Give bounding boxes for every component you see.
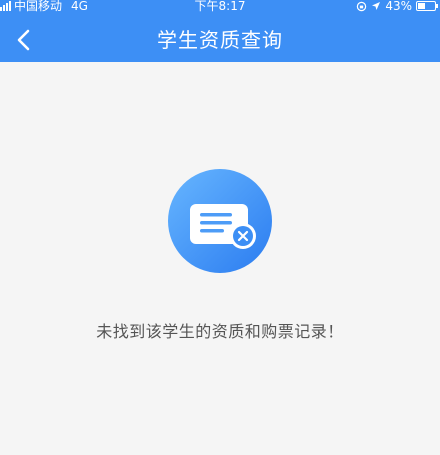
battery-icon [416,1,438,11]
empty-state: 未找到该学生的资质和购票记录！ [0,168,440,342]
empty-message: 未找到该学生的资质和购票记录！ [96,322,344,341]
message-cancel-icon [168,169,272,273]
location-icon [372,2,381,10]
page-title: 学生资质查询 [157,28,283,52]
status-right: 43% [356,0,438,13]
app-header: 中国移动 4G 下午8:17 43% 学生资质查询 [0,0,440,62]
orientation-lock-icon [357,1,367,11]
status-bar: 中国移动 4G 下午8:17 43% [0,0,440,14]
battery-percent: 43% [385,0,412,13]
